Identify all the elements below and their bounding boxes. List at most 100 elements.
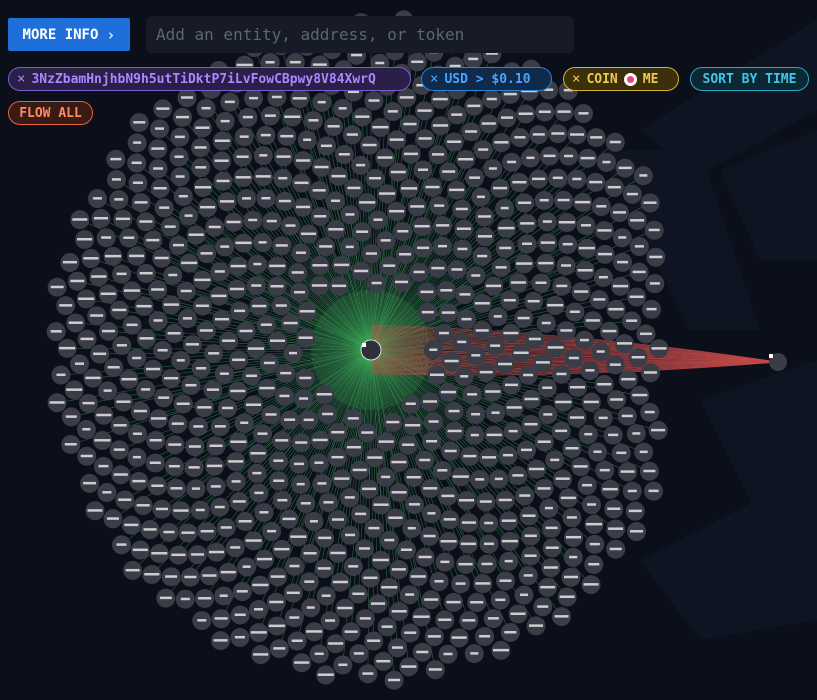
wallet-node[interactable]: [515, 486, 535, 506]
wallet-node[interactable]: [404, 495, 424, 515]
wallet-node[interactable]: [472, 246, 492, 266]
wallet-node[interactable]: [226, 472, 246, 492]
wallet-node[interactable]: [473, 574, 493, 594]
sort-by-time-button[interactable]: SORT BY TIME: [690, 67, 809, 91]
wallet-node[interactable]: [503, 421, 523, 441]
wallet-node[interactable]: [283, 583, 303, 603]
wallet-node[interactable]: [93, 456, 113, 476]
wallet-node[interactable]: [581, 575, 601, 595]
wallet-node[interactable]: [272, 236, 292, 256]
wallet-node[interactable]: [253, 146, 273, 166]
wallet-node[interactable]: [495, 571, 515, 591]
wallet-node[interactable]: [251, 645, 271, 665]
wallet-node[interactable]: [424, 627, 444, 647]
wallet-node[interactable]: [379, 256, 399, 276]
wallet-node[interactable]: [250, 575, 270, 595]
wallet-node[interactable]: [424, 412, 444, 432]
wallet-node[interactable]: [228, 381, 248, 401]
wallet-node[interactable]: [476, 362, 496, 382]
wallet-node[interactable]: [568, 377, 588, 397]
wallet-node[interactable]: [594, 374, 614, 394]
wallet-node[interactable]: [171, 351, 191, 371]
wallet-node[interactable]: [442, 351, 462, 371]
wallet-node[interactable]: [233, 233, 253, 253]
wallet-node[interactable]: [206, 477, 226, 497]
wallet-node[interactable]: [439, 532, 459, 552]
wallet-node[interactable]: [561, 567, 581, 587]
wallet-node[interactable]: [186, 225, 206, 245]
wallet-node[interactable]: [328, 510, 348, 530]
wallet-node[interactable]: [412, 642, 432, 662]
wallet-node[interactable]: [558, 488, 578, 508]
wallet-node[interactable]: [268, 451, 288, 471]
wallet-node[interactable]: [292, 653, 312, 673]
wallet-node[interactable]: [290, 282, 310, 302]
wallet-node[interactable]: [403, 415, 423, 435]
wallet-node[interactable]: [309, 276, 329, 296]
wallet-node[interactable]: [392, 272, 412, 292]
wallet-node[interactable]: [150, 178, 170, 198]
wallet-node[interactable]: [136, 212, 156, 232]
wallet-node[interactable]: [541, 558, 561, 578]
wallet-node[interactable]: [79, 393, 99, 413]
wallet-node[interactable]: [383, 412, 403, 432]
wallet-node[interactable]: [269, 639, 289, 659]
wallet-node[interactable]: [596, 152, 616, 172]
wallet-node[interactable]: [168, 414, 188, 434]
wallet-node[interactable]: [329, 276, 349, 296]
wallet-node[interactable]: [483, 609, 503, 629]
wallet-node[interactable]: [276, 363, 296, 383]
wallet-node[interactable]: [163, 265, 183, 285]
wallet-node[interactable]: [399, 179, 419, 199]
wallet-node[interactable]: [611, 443, 631, 463]
wallet-node[interactable]: [497, 108, 517, 128]
wallet-node[interactable]: [612, 228, 632, 248]
wallet-node[interactable]: [387, 638, 407, 658]
wallet-node[interactable]: [76, 289, 96, 309]
wallet-node[interactable]: [452, 199, 472, 219]
wallet-node[interactable]: [540, 146, 560, 166]
wallet-node[interactable]: [627, 287, 647, 307]
wallet-node[interactable]: [218, 562, 238, 582]
wallet-node[interactable]: [340, 205, 360, 225]
wallet-node[interactable]: [477, 554, 497, 574]
wallet-node[interactable]: [173, 394, 193, 414]
wallet-node[interactable]: [516, 104, 536, 124]
wallet-node[interactable]: [333, 99, 353, 119]
wallet-node[interactable]: [447, 105, 467, 125]
wallet-node[interactable]: [325, 191, 345, 211]
wallet-node[interactable]: [61, 407, 81, 427]
wallet-node[interactable]: [438, 644, 458, 664]
wallet-node[interactable]: [143, 230, 163, 250]
wallet-node[interactable]: [83, 368, 103, 388]
wallet-node[interactable]: [367, 273, 387, 293]
wallet-node[interactable]: [421, 590, 441, 610]
wallet-node[interactable]: [121, 515, 141, 535]
wallet-node[interactable]: [533, 597, 553, 617]
wallet-node[interactable]: [210, 497, 230, 517]
wallet-node[interactable]: [586, 128, 606, 148]
wallet-node[interactable]: [149, 119, 169, 139]
wallet-node[interactable]: [161, 295, 181, 315]
wallet-node[interactable]: [370, 117, 390, 137]
wallet-node[interactable]: [46, 322, 66, 342]
wallet-node[interactable]: [412, 216, 432, 236]
wallet-node[interactable]: [432, 461, 452, 481]
wallet-node[interactable]: [106, 170, 126, 190]
wallet-node[interactable]: [438, 382, 458, 402]
wallet-node[interactable]: [340, 525, 360, 545]
wallet-node[interactable]: [289, 454, 309, 474]
wallet-node[interactable]: [198, 197, 218, 217]
wallet-node[interactable]: [461, 122, 481, 142]
wallet-node[interactable]: [393, 221, 413, 241]
wallet-node[interactable]: [148, 139, 168, 159]
wallet-node[interactable]: [248, 444, 268, 464]
wallet-node[interactable]: [433, 216, 453, 236]
wallet-node[interactable]: [508, 604, 528, 624]
wallet-node[interactable]: [548, 168, 568, 188]
wallet-node[interactable]: [491, 258, 511, 278]
wallet-node[interactable]: [318, 493, 338, 513]
wallet-node[interactable]: [567, 408, 587, 428]
wallet-node[interactable]: [458, 534, 478, 554]
wallet-node[interactable]: [304, 512, 324, 532]
